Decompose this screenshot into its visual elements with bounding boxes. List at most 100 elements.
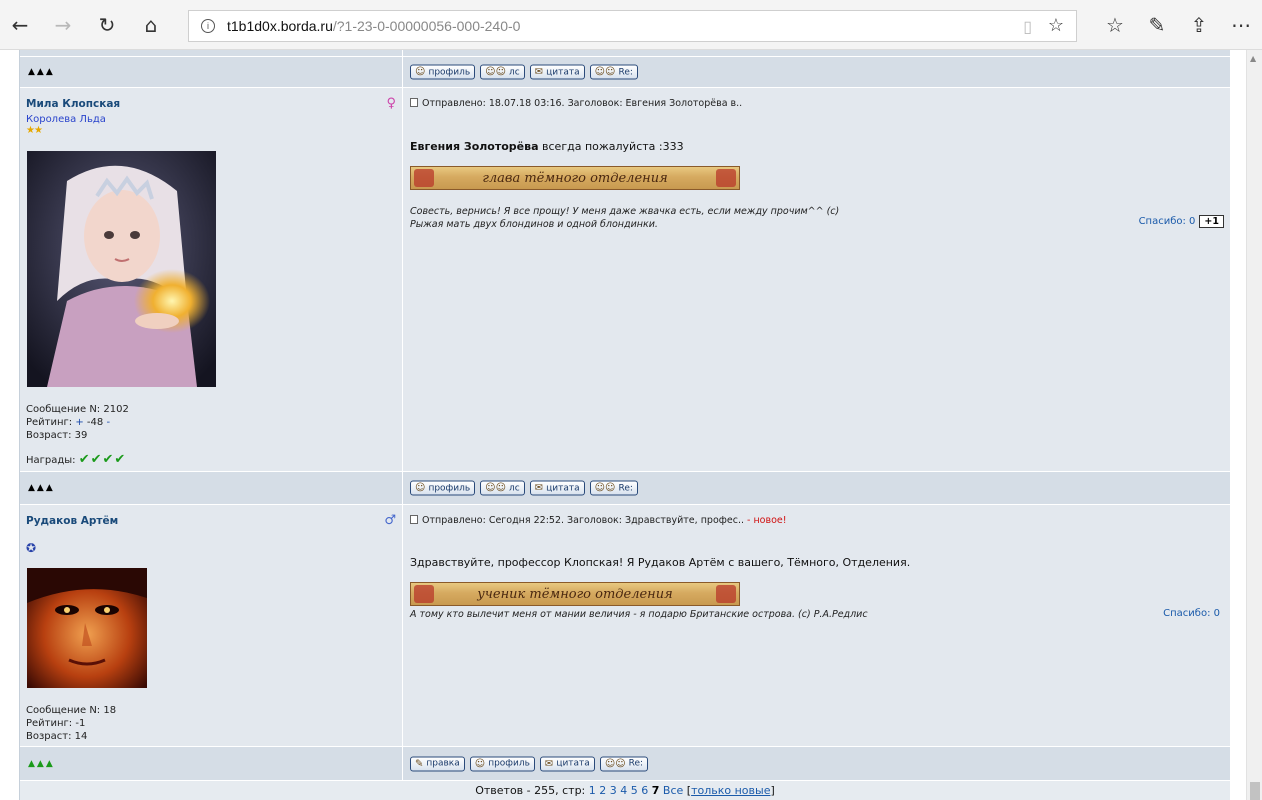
ornament-icon (414, 585, 434, 603)
message-count: Сообщение N: 2102 (26, 404, 129, 415)
reply-label: Re: (618, 67, 633, 77)
award-check-icon[interactable]: ✔✔✔✔ (79, 452, 127, 467)
quote-button[interactable]: ✉ цитата (529, 480, 585, 496)
thanks-counter: Спасибо: 0 (1163, 608, 1220, 619)
signature-line: Рыжая мать двух блондинов и одной блонди… (410, 219, 658, 230)
post-author-panel: Мила Клопская ♀ Королева Льда ★★ Сообщен… (20, 88, 403, 471)
awards-label: Награды: (26, 455, 79, 466)
more-menu-icon[interactable]: ⋯ (1220, 5, 1262, 45)
banner-text: глава тёмного отделения (482, 170, 668, 186)
notes-pen-icon[interactable]: ✎ (1136, 5, 1178, 45)
banner-text: ученик тёмного отделения (477, 586, 673, 602)
all-pages-link[interactable]: Все (663, 784, 683, 797)
profile-button[interactable]: ☺ профиль (410, 64, 476, 80)
author-name[interactable]: Рудаков Артём (26, 515, 118, 527)
favorites-list-icon[interactable]: ☆ (1094, 5, 1136, 45)
refresh-icon[interactable]: ↻ (87, 5, 127, 45)
reply-button[interactable]: ☺☺ Re: (589, 480, 638, 496)
plus-one-button[interactable]: +1 (1199, 215, 1224, 228)
arrows-icon[interactable]: ▲▲▲ (28, 67, 55, 77)
favorite-star-icon[interactable]: ☆ (1048, 15, 1064, 36)
post-actions-row (20, 50, 1230, 57)
replies-count: Ответов - 255, стр: (475, 784, 589, 797)
author-rank: Королева Льда (26, 114, 106, 125)
page-link[interactable]: 3 (610, 784, 617, 797)
rating: Рейтинг: -1 (26, 718, 86, 729)
profile-button[interactable]: ☺ профиль (410, 480, 476, 496)
post-text-rest: всегда пожалуйста :333 (538, 140, 684, 153)
profile-label: профиль (428, 67, 471, 77)
browser-toolbar: ← → ↻ ⌂ i t1b1d0x.borda.ru/?1-23-0-00000… (0, 0, 1262, 50)
post-body: Отправлено: Сегодня 22:52. Заголовок: Зд… (404, 505, 1230, 746)
page-content: ▲▲▲ ☺ профиль ☺☺ лс ✉ цитата ☺☺ Re: Мила Кло… (0, 50, 1262, 800)
pm-button[interactable]: ☺☺ лс (480, 480, 525, 496)
user-icon: ☺ (474, 758, 486, 769)
home-icon[interactable]: ⌂ (131, 5, 171, 45)
speech-icon: ✉ (534, 66, 544, 78)
scrollbar[interactable]: ▲ (1246, 50, 1262, 800)
user-icon: ☺ (415, 66, 426, 78)
rank-star-icon: ✪ (26, 541, 36, 555)
reading-view-icon[interactable]: ▯ (1023, 17, 1032, 37)
thanks-link[interactable]: Спасибо: 0 (1139, 216, 1196, 227)
post-meta: Отправлено: 18.07.18 03:16. Заголовок: Е… (410, 98, 742, 109)
document-icon (410, 98, 418, 107)
post-actions-row: ▲▲▲ ✎ правка ☺ профиль ✉ цитата ☺☺ Re: (20, 747, 1230, 781)
rank-stars-icon: ★★ (26, 125, 43, 136)
pm-label: лс (509, 67, 520, 77)
users-icon: ☺☺ (594, 482, 616, 494)
post-text: Евгения Золоторёва всегда пожалуйста :33… (410, 140, 684, 153)
pencil-icon: ✎ (415, 758, 424, 769)
post-text-bold: Евгения Золоторёва (410, 140, 539, 153)
pm-button[interactable]: ☺☺ лс (480, 64, 525, 80)
current-page: 7 (651, 784, 660, 797)
back-icon[interactable]: ← (0, 5, 40, 45)
ornament-icon (716, 585, 736, 603)
arrows-icon[interactable]: ▲▲▲ (28, 483, 55, 493)
signature-text: А тому кто вылечит меня от мании величия… (410, 609, 868, 620)
male-icon: ♂ (384, 513, 396, 528)
page-link[interactable]: 2 (599, 784, 606, 797)
speech-icon: ✉ (544, 758, 554, 769)
post-actions-row: ▲▲▲ ☺ профиль ☺☺ лс ✉ цитата ☺☺ Re: (20, 472, 1230, 505)
post-actions-row: ▲▲▲ ☺ профиль ☺☺ лс ✉ цитата ☺☺ Re: (20, 57, 1230, 88)
pm-label: лс (509, 483, 520, 493)
profile-button[interactable]: ☺ профиль (469, 756, 535, 771)
rating-plus-button[interactable]: + (75, 417, 83, 428)
document-icon (410, 515, 418, 524)
profile-label: профиль (428, 483, 471, 493)
users-icon: ☺☺ (594, 66, 616, 78)
users-icon: ☺☺ (604, 758, 626, 769)
edit-button[interactable]: ✎ правка (410, 756, 465, 771)
author-name[interactable]: Мила Клопская (26, 98, 120, 110)
quote-button[interactable]: ✉ цитата (539, 756, 595, 771)
reply-button[interactable]: ☺☺ Re: (589, 64, 638, 80)
post-text: Здравствуйте, профессор Клопская! Я Руда… (410, 556, 911, 569)
thanks-link[interactable]: Спасибо: 0 (1163, 608, 1220, 619)
scroll-up-icon[interactable]: ▲ (1250, 54, 1256, 63)
profile-label: профиль (488, 758, 530, 769)
site-info-icon[interactable]: i (201, 19, 215, 33)
post-meta: Отправлено: Сегодня 22:52. Заголовок: Зд… (410, 515, 787, 526)
rating-minus-button[interactable]: - (106, 417, 110, 428)
address-bar[interactable]: i t1b1d0x.borda.ru/?1-23-0-00000056-000-… (188, 10, 1077, 42)
arrows-icon[interactable]: ▲▲▲ (28, 759, 55, 769)
page-link[interactable]: 5 (631, 784, 638, 797)
page-link[interactable]: 1 (589, 784, 596, 797)
page-link[interactable]: 4 (620, 784, 627, 797)
page-link[interactable]: 6 (641, 784, 648, 797)
only-new-link[interactable]: только новые (691, 784, 770, 797)
female-icon: ♀ (386, 96, 396, 111)
avatar (27, 568, 147, 688)
scroll-thumb[interactable] (1250, 782, 1260, 800)
users-icon: ☺☺ (485, 482, 507, 494)
reply-label: Re: (618, 483, 633, 493)
avatar (27, 151, 216, 387)
forward-icon[interactable]: → (43, 5, 83, 45)
signature-banner: глава тёмного отделения (410, 166, 740, 190)
post-body: Отправлено: 18.07.18 03:16. Заголовок: Е… (404, 88, 1230, 471)
reply-button[interactable]: ☺☺ Re: (599, 756, 649, 771)
quote-button[interactable]: ✉ цитата (529, 64, 585, 80)
share-icon[interactable]: ⇪ (1178, 5, 1220, 45)
awards: Награды: ✔✔✔✔ (26, 452, 126, 467)
